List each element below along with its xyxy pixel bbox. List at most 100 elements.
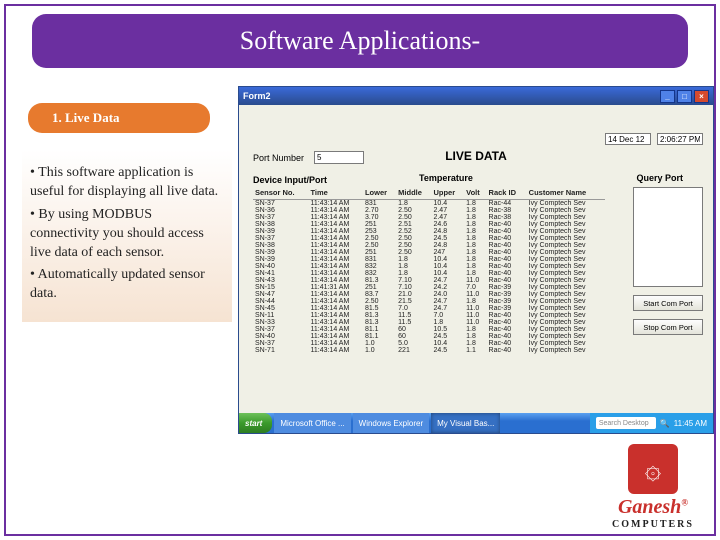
table-cell: 11:43:14 AM <box>308 256 362 263</box>
table-cell: 24.0 <box>431 291 464 298</box>
table-cell: Ivy Comptech Sev <box>527 228 605 235</box>
table-header: Lower <box>363 187 396 200</box>
start-button[interactable]: start <box>239 413 272 433</box>
bullet: This software application is useful for … <box>30 164 224 202</box>
logo-icon: ۞ <box>628 444 678 494</box>
table-cell: 81.5 <box>363 305 396 312</box>
table-row[interactable]: SN-3911:43:14 AM8311.810.41.8Rac-40Ivy C… <box>253 256 605 263</box>
table-row[interactable]: SN-1111:43:14 AM81.311.57.011.0Rac-40Ivy… <box>253 312 605 319</box>
table-cell: 11:43:14 AM <box>308 235 362 242</box>
table-row[interactable]: SN-4011:43:14 AM8321.810.41.8Rac-40Ivy C… <box>253 263 605 270</box>
table-cell: SN-37 <box>253 326 308 333</box>
query-port-listbox[interactable] <box>633 187 703 287</box>
table-cell: Rac-40 <box>487 249 527 256</box>
table-cell: 11:41:31 AM <box>308 284 362 291</box>
time-field[interactable] <box>657 133 703 145</box>
query-port-label: Query Port <box>636 173 683 183</box>
table-cell: 1.8 <box>464 340 486 347</box>
taskbar-item[interactable]: My Visual Bas... <box>431 413 500 433</box>
table-cell: SN-37 <box>253 235 308 242</box>
start-label: start <box>245 419 262 428</box>
table-cell: 247 <box>431 249 464 256</box>
table-cell: 2.47 <box>431 207 464 214</box>
table-cell: 10.4 <box>431 263 464 270</box>
maximize-button[interactable]: □ <box>677 90 692 103</box>
table-row[interactable]: SN-3711:43:14 AM8311.810.41.8Rac-44Ivy C… <box>253 200 605 208</box>
table-cell: 2.50 <box>396 242 431 249</box>
table-row[interactable]: SN-3911:43:14 AM2532.5224.81.8Rac-40Ivy … <box>253 228 605 235</box>
table-cell: Ivy Comptech Sev <box>527 277 605 284</box>
table-row[interactable]: SN-3311:43:14 AM81.311.51.811.0Rac-40Ivy… <box>253 319 605 326</box>
table-row[interactable]: SN-4311:43:14 AM81.37.1024.711.0Rac-40Iv… <box>253 277 605 284</box>
table-cell: 24.5 <box>431 235 464 242</box>
table-row[interactable]: SN-3711:43:14 AM81.16010.51.8Rac-40Ivy C… <box>253 326 605 333</box>
table-cell: SN-11 <box>253 312 308 319</box>
table-cell: SN-37 <box>253 340 308 347</box>
close-button[interactable]: × <box>694 90 709 103</box>
tray-search-icon[interactable]: 🔍 <box>660 419 670 428</box>
table-cell: SN-39 <box>253 256 308 263</box>
table-row[interactable]: SN-3711:43:14 AM3.702.502.471.8Rac-38Ivy… <box>253 214 605 221</box>
table-cell: 1.8 <box>396 256 431 263</box>
table-cell: Ivy Comptech Sev <box>527 305 605 312</box>
desktop-search[interactable]: Search Desktop <box>596 417 656 429</box>
table-row[interactable]: SN-4111:43:14 AM8321.810.41.8Rac-40Ivy C… <box>253 270 605 277</box>
table-cell: 1.0 <box>363 340 396 347</box>
table-cell: 1.8 <box>464 256 486 263</box>
table-row[interactable]: SN-3911:43:14 AM2512.502471.8Rac-40Ivy C… <box>253 249 605 256</box>
taskbar: start Microsoft Office ... Windows Explo… <box>239 413 713 433</box>
table-cell: 24.7 <box>431 305 464 312</box>
table-cell: 1.8 <box>464 333 486 340</box>
table-cell: SN-39 <box>253 228 308 235</box>
table-row[interactable]: SN-1511:41:31 AM2517.1024.27.0Rac-39Ivy … <box>253 284 605 291</box>
taskbar-item[interactable]: Microsoft Office ... <box>274 413 350 433</box>
table-cell: 1.1 <box>464 347 486 354</box>
table-row[interactable]: SN-3611:43:14 AM2.702.502.471.8Rac-38Ivy… <box>253 207 605 214</box>
date-field[interactable] <box>605 133 651 145</box>
table-cell: 2.50 <box>363 242 396 249</box>
system-tray: Search Desktop 🔍 11:45 AM <box>590 413 713 433</box>
table-row[interactable]: SN-4011:43:14 AM81.16024.51.8Rac-40Ivy C… <box>253 333 605 340</box>
table-row[interactable]: SN-4511:43:14 AM81.57.024.711.0Rac-39Ivy… <box>253 305 605 312</box>
table-row[interactable]: SN-4411:43:14 AM2.5021.524.71.8Rac-39Ivy… <box>253 298 605 305</box>
tray-clock: 11:45 AM <box>674 419 707 428</box>
table-row[interactable]: SN-7111:43:14 AM1.022124.51.1Rac-40Ivy C… <box>253 347 605 354</box>
table-cell: 1.8 <box>464 200 486 208</box>
table-cell: 7.0 <box>464 284 486 291</box>
table-cell: SN-40 <box>253 263 308 270</box>
table-cell: SN-36 <box>253 207 308 214</box>
table-header: Time <box>308 187 362 200</box>
table-cell: 81.3 <box>363 277 396 284</box>
table-cell: 1.8 <box>464 214 486 221</box>
bullet: Automatically updated sensor data. <box>30 266 224 304</box>
table-cell: Rac-40 <box>487 263 527 270</box>
table-header: Middle <box>396 187 431 200</box>
stop-com-port-button[interactable]: Stop Com Port <box>633 319 703 335</box>
start-com-port-button[interactable]: Start Com Port <box>633 295 703 311</box>
table-row[interactable]: SN-3811:43:14 AM2512.5124.61.8Rac-40Ivy … <box>253 221 605 228</box>
table-cell: Rac-40 <box>487 333 527 340</box>
table-cell: Rac-39 <box>487 305 527 312</box>
table-cell: 2.50 <box>396 214 431 221</box>
table-cell: Ivy Comptech Sev <box>527 347 605 354</box>
taskbar-item[interactable]: Windows Explorer <box>353 413 429 433</box>
table-row[interactable]: SN-4711:43:14 AM83.721.024.011.0Rac-39Iv… <box>253 291 605 298</box>
table-cell: Rac-40 <box>487 228 527 235</box>
table-cell: Rac-40 <box>487 326 527 333</box>
table-cell: 253 <box>363 228 396 235</box>
table-cell: SN-41 <box>253 270 308 277</box>
table-cell: 2.50 <box>396 235 431 242</box>
table-cell: Ivy Comptech Sev <box>527 340 605 347</box>
table-cell: 2.50 <box>396 207 431 214</box>
table-cell: SN-38 <box>253 221 308 228</box>
table-cell: 1.8 <box>464 242 486 249</box>
table-row[interactable]: SN-3711:43:14 AM2.502.5024.51.8Rac-40Ivy… <box>253 235 605 242</box>
table-cell: 831 <box>363 200 396 208</box>
table-cell: Ivy Comptech Sev <box>527 249 605 256</box>
table-row[interactable]: SN-3811:43:14 AM2.502.5024.81.8Rac-40Ivy… <box>253 242 605 249</box>
window-titlebar[interactable]: Form2 _ □ × <box>239 87 713 105</box>
logo-subtext: COMPUTERS <box>608 519 698 530</box>
minimize-button[interactable]: _ <box>660 90 675 103</box>
table-row[interactable]: SN-3711:43:14 AM1.05.010.41.8Rac-40Ivy C… <box>253 340 605 347</box>
table-cell: Ivy Comptech Sev <box>527 256 605 263</box>
